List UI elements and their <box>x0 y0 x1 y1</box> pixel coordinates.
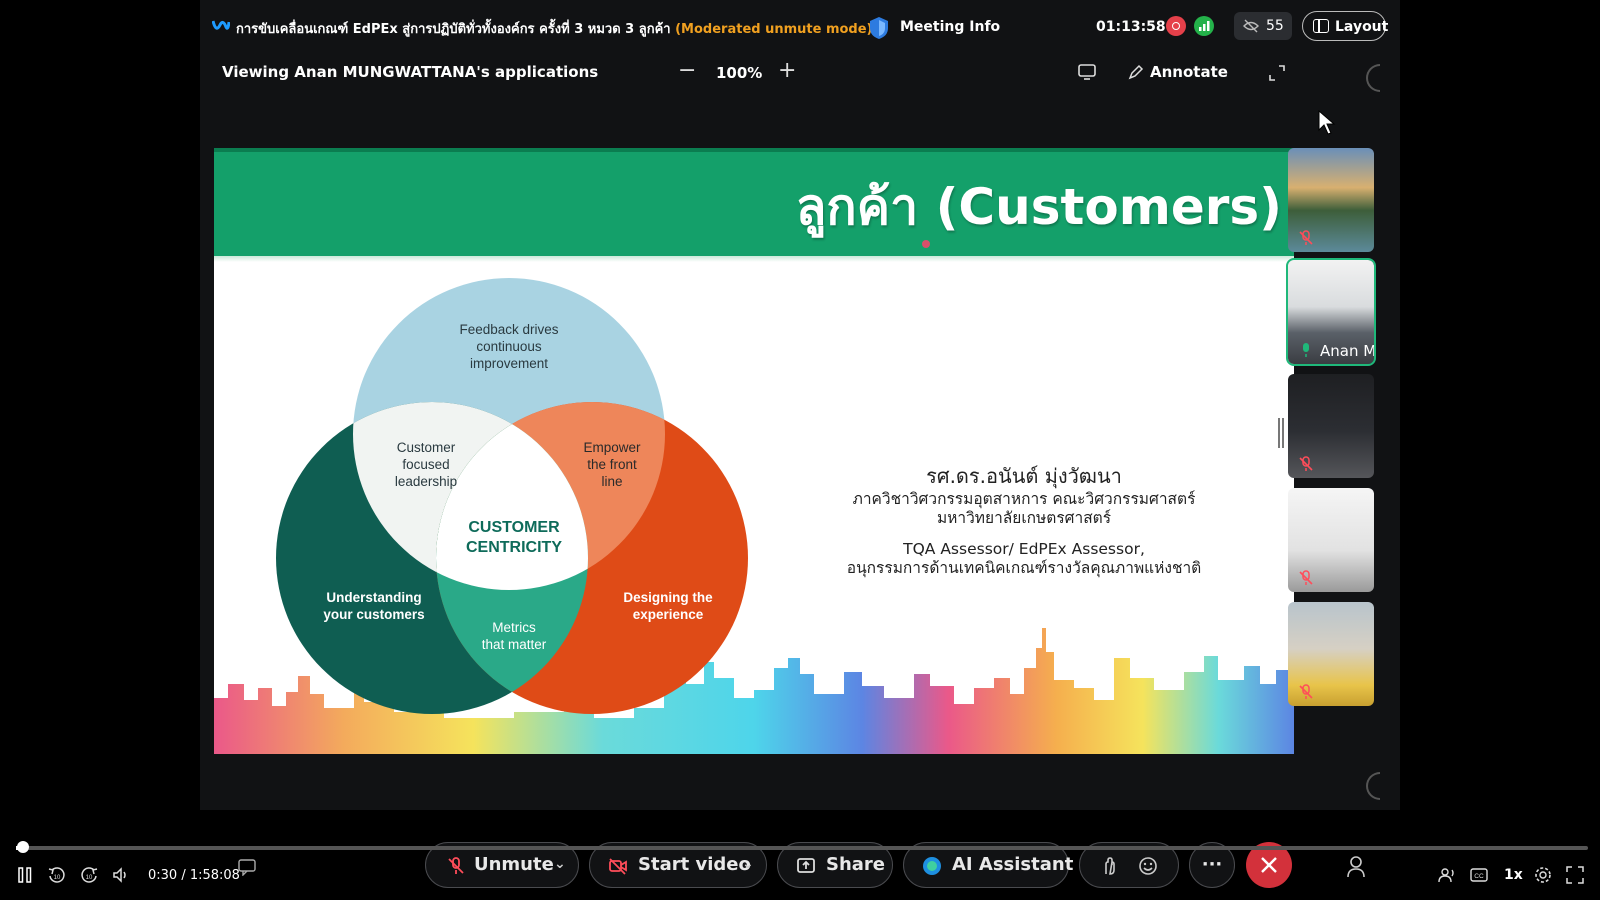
eye-off-icon <box>1243 19 1259 33</box>
raise-hand-icon[interactable] <box>1100 856 1120 876</box>
participant-thumbnail[interactable] <box>1288 602 1374 706</box>
settings-gear-icon[interactable] <box>1534 866 1552 884</box>
meeting-top-bar: การขับเคลื่อนเกณฑ์ EdPEx สู่การปฏิบัติทั… <box>200 0 1400 54</box>
volume-icon[interactable] <box>112 866 130 884</box>
participant-thumbnail-rail: Anan M <box>1286 148 1378 708</box>
speaker-role: TQA Assessor/ EdPEx Assessor, <box>903 540 1145 558</box>
panel-toggle-bottom[interactable] <box>1366 772 1380 800</box>
rewind-10-icon[interactable]: 10 <box>48 866 66 884</box>
share-icon <box>797 858 815 873</box>
zoom-in-button[interactable]: + <box>778 58 796 83</box>
svg-text:CC: CC <box>1474 873 1484 880</box>
resize-handle[interactable] <box>1278 418 1284 448</box>
venn-label-left: Understanding your customers <box>323 590 424 622</box>
rewind-seconds: 10 <box>54 875 61 881</box>
chat-bubble-icon[interactable] <box>238 858 256 876</box>
fullscreen-icon[interactable] <box>1566 866 1584 884</box>
more-options-label: ··· <box>1201 854 1223 875</box>
customer-centricity-venn-diagram: Feedback drives continuous improvement Cus… <box>276 278 748 714</box>
shield-icon[interactable] <box>868 16 890 40</box>
slide-title: ลูกค้า (Customers) <box>795 178 1282 236</box>
playback-time: 0:30 / 1:58:08 <box>148 868 240 883</box>
expand-icon[interactable] <box>1268 64 1286 82</box>
venn-label-right: Designing the experience <box>623 590 713 622</box>
participant-thumbnail[interactable] <box>1288 488 1374 592</box>
zoom-level: 100% <box>716 64 763 82</box>
speaker-department: ภาควิชาวิศวกรรมอุตสาหการ คณะวิศวกรรมศาสต… <box>852 490 1196 508</box>
ai-assistant-icon <box>923 857 941 875</box>
annotate-label: Annotate <box>1150 63 1228 81</box>
meeting-title-text: การขับเคลื่อนเกณฑ์ EdPEx สู่การปฏิบัติทั… <box>236 22 671 37</box>
speaker-university: มหาวิทยาลัยเกษตรศาสตร์ <box>936 509 1112 527</box>
network-signal-icon[interactable] <box>1194 16 1214 36</box>
laser-pointer <box>922 240 930 248</box>
layout-icon <box>1313 19 1329 33</box>
emoji-reaction-icon[interactable] <box>1138 856 1158 876</box>
mic-active-icon <box>1303 343 1309 357</box>
forward-seconds: 10 <box>86 875 93 881</box>
playback-speed-button[interactable]: 1x <box>1504 867 1523 883</box>
pen-icon <box>1128 64 1144 80</box>
meeting-mode-text: (Moderated unmute mode) <box>675 22 873 37</box>
shared-slide: ลูกค้า (Customers) Feedback drives conti… <box>214 148 1294 754</box>
recording-icon[interactable] <box>1166 16 1186 36</box>
close-icon <box>1261 857 1277 873</box>
layout-label: Layout <box>1335 19 1389 35</box>
screen-icon[interactable] <box>1078 64 1096 80</box>
participant-name: Anan M <box>1320 342 1374 360</box>
participants-count-button[interactable]: 55 <box>1234 12 1292 40</box>
meeting-timer: 01:13:58 <box>1096 19 1166 35</box>
mic-muted-icon <box>1299 230 1313 245</box>
mic-muted-icon <box>1299 684 1313 699</box>
participant-thumbnail[interactable] <box>1288 148 1374 252</box>
mouse-cursor-icon <box>1318 110 1336 135</box>
panel-toggle-top[interactable] <box>1366 64 1380 92</box>
audio-description-icon[interactable] <box>1438 866 1456 884</box>
captions-icon[interactable]: CC <box>1470 866 1488 884</box>
zoom-out-button[interactable]: − <box>678 58 696 83</box>
meeting-window: การขับเคลื่อนเกณฑ์ EdPEx สู่การปฏิบัติทั… <box>200 0 1400 810</box>
playback-progress-track[interactable] <box>16 846 1588 850</box>
speaker-committee: อนุกรรมการด้านเทคนิคเกณฑ์รางวัลคุณภาพแห่… <box>846 559 1202 577</box>
viewing-label: Viewing Anan MUNGWATTANA's applications <box>222 63 599 81</box>
mic-muted-icon <box>448 857 464 874</box>
venn-label-top-left: Customer focused leadership <box>395 440 457 489</box>
mic-muted-icon <box>1299 456 1313 471</box>
slide-header: ลูกค้า (Customers) <box>214 148 1294 262</box>
speaker-name: รศ.ดร.อนันต์ มุ่งวัฒนา <box>926 464 1122 488</box>
meeting-title: การขับเคลื่อนเกณฑ์ EdPEx สู่การปฏิบัติทั… <box>236 18 873 39</box>
participants-panel-icon[interactable] <box>1346 855 1368 879</box>
participant-thumbnail[interactable] <box>1288 374 1374 478</box>
playback-scrubber[interactable] <box>16 841 29 853</box>
video-off-icon <box>609 858 627 875</box>
webex-logo-icon <box>212 20 230 30</box>
mic-muted-icon <box>1299 570 1313 585</box>
forward-10-icon[interactable]: 10 <box>80 866 98 884</box>
participants-count: 55 <box>1266 18 1284 34</box>
layout-button[interactable]: Layout <box>1302 11 1389 41</box>
pause-icon[interactable] <box>16 866 34 884</box>
participant-thumbnail-active[interactable]: Anan M <box>1286 258 1376 366</box>
meeting-info-button[interactable]: Meeting Info <box>900 19 1000 35</box>
